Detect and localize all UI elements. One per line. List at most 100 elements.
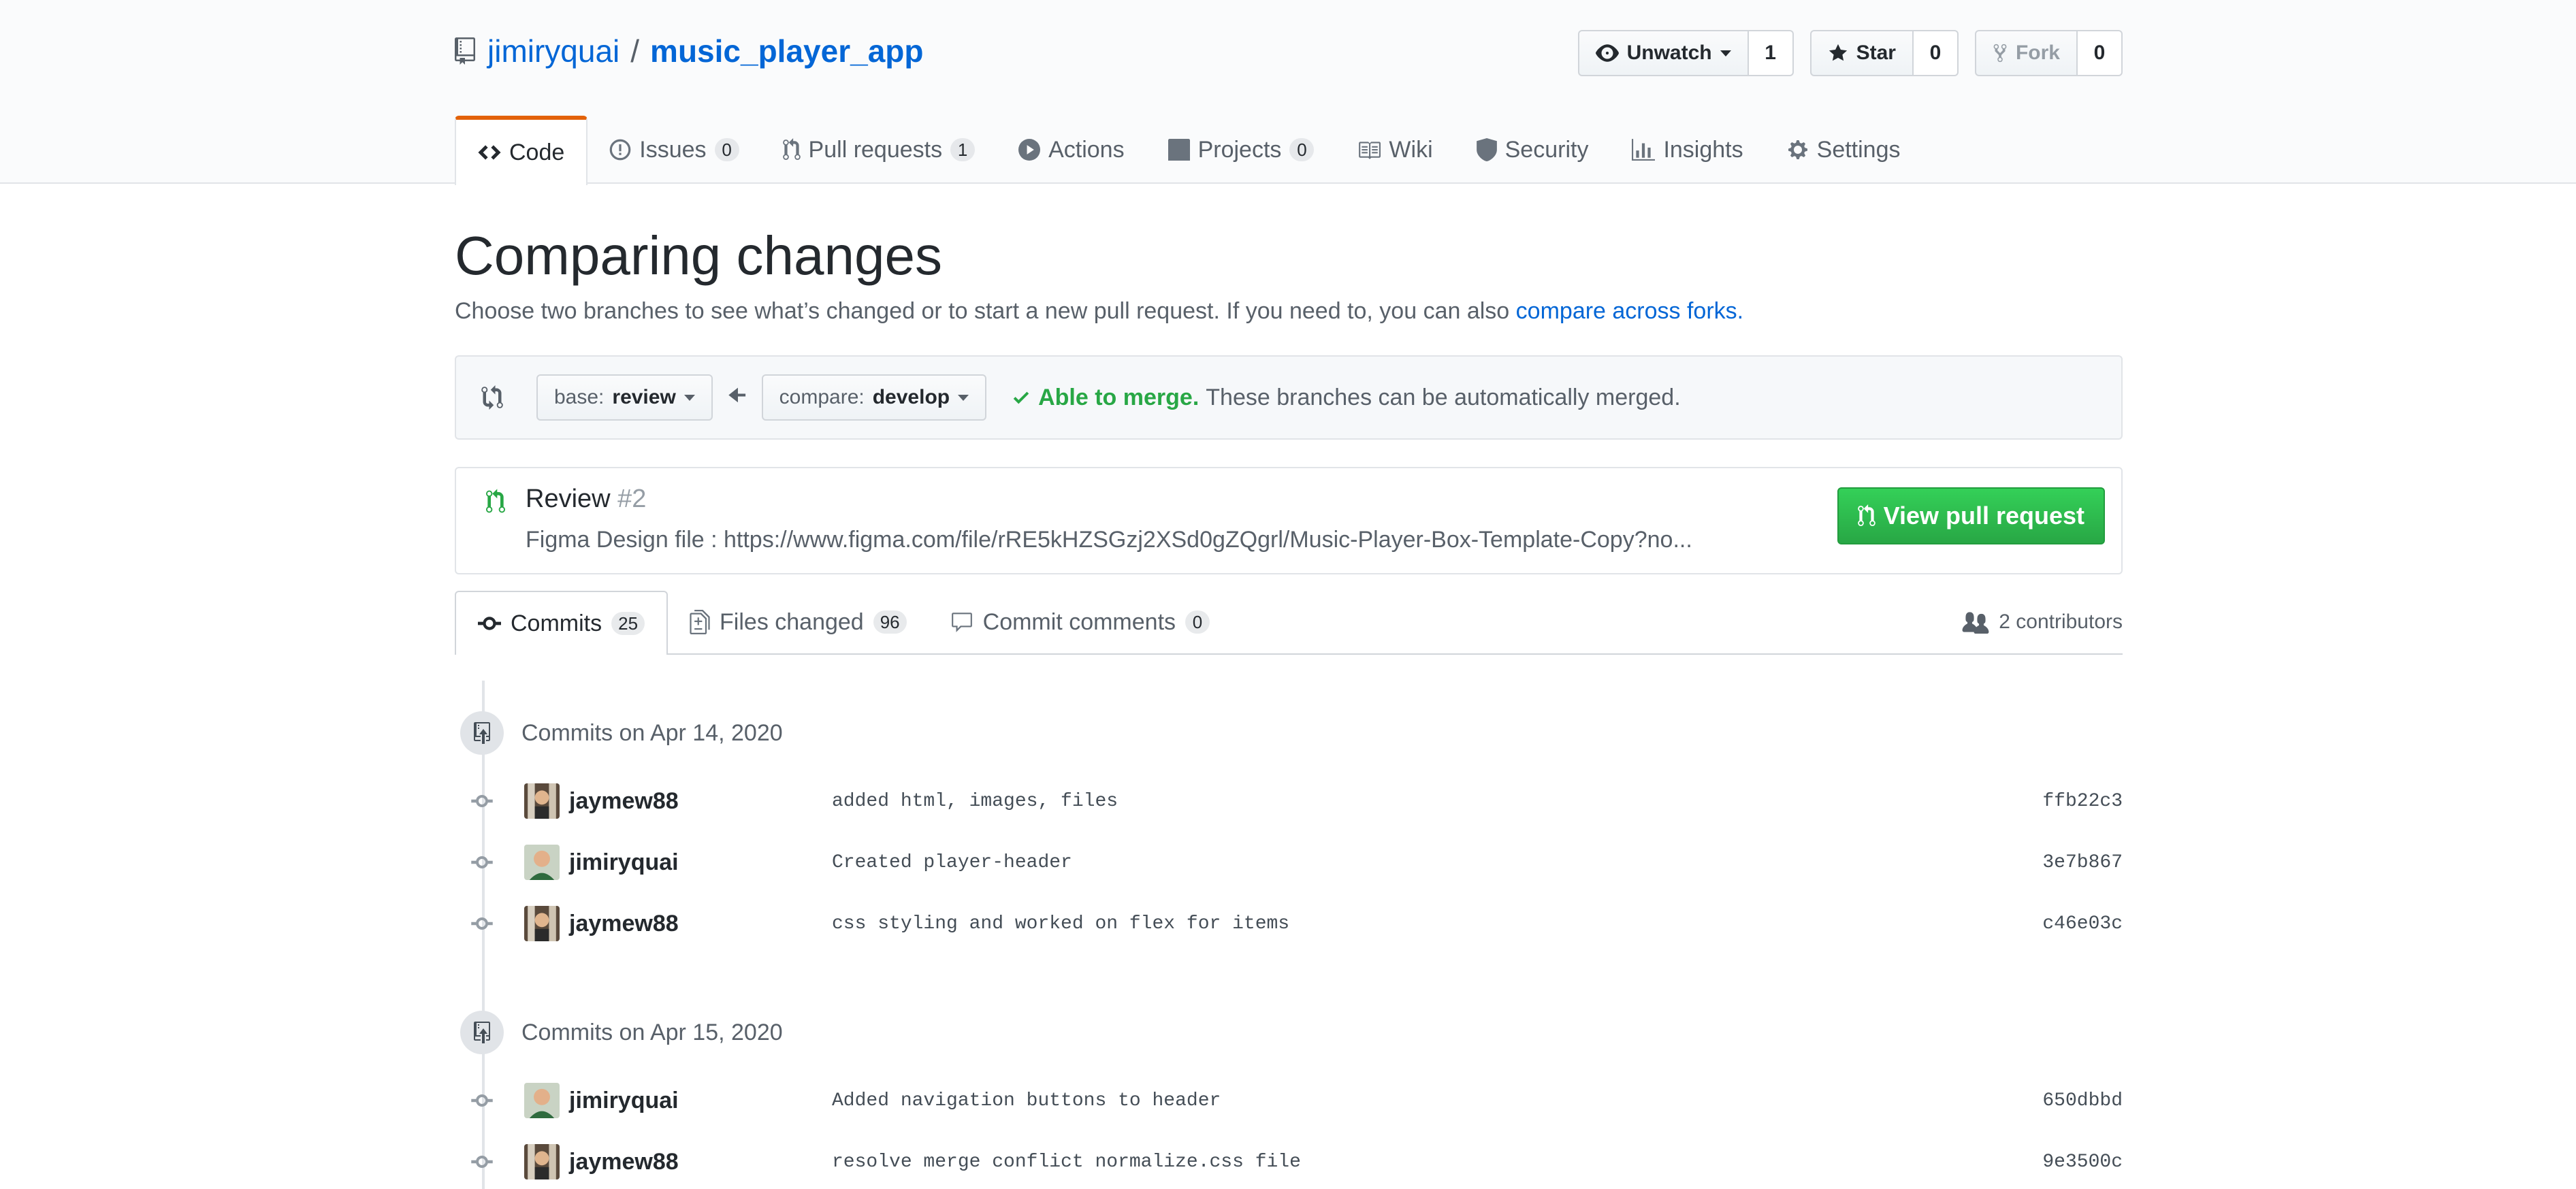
commit-sha[interactable]: 3e7b867 [2042,852,2123,873]
tab-actions[interactable]: Actions [997,116,1146,184]
unwatch-button[interactable]: Unwatch [1577,30,1749,76]
pull-requests-count: 1 [950,138,976,161]
tab-pull-requests[interactable]: Pull requests 1 [761,116,997,184]
repo-title: jimiryquai / music_player_app Unwatch 1 … [455,30,2123,76]
tab-code[interactable]: Code [455,116,588,185]
range-editor: base: review 🠈 compare: develop Able to … [455,355,2123,440]
tab-issues[interactable]: Issues 0 [587,116,760,184]
compare-branch-select[interactable]: compare: develop [761,374,987,421]
code-icon [478,145,501,160]
project-icon [1168,139,1190,161]
tab-files-changed[interactable]: Files changed 96 [668,591,929,653]
shield-icon [1476,138,1497,161]
arrow-left-icon: 🠈 [727,384,747,407]
tab-insights[interactable]: Insights [1610,116,1765,184]
compare-icon [481,385,503,410]
unwatch-label: Unwatch [1626,42,1712,64]
commit-sha[interactable]: 9e3500c [2042,1152,2123,1173]
commit-author[interactable]: jaymew88 [569,788,679,815]
commit-message[interactable]: Created player-header [832,852,1072,873]
pull-request-name: Review [526,485,611,513]
book-icon [1359,142,1381,159]
pull-request-title[interactable]: Review #2 [526,485,646,514]
commit-sha[interactable]: 650dbbd [2042,1090,2123,1111]
repo-push-icon [460,711,504,755]
eye-icon [1595,44,1619,62]
fork-button[interactable]: Fork [1974,30,2078,76]
tab-projects[interactable]: Projects 0 [1146,116,1336,184]
commit-group: Commits on Apr 14, 2020 [455,708,2123,758]
merge-text: These branches can be automatically merg… [1206,384,1681,410]
repo-name-link[interactable]: music_player_app [650,33,923,69]
base-branch-select[interactable]: base: review [536,374,713,421]
avatar[interactable] [524,783,560,819]
repo-header: jimiryquai / music_player_app Unwatch 1 … [0,0,2576,185]
compare-branch-name: develop [872,386,950,408]
tab-security[interactable]: Security [1455,116,1611,184]
contributors-link[interactable]: 2 contributors [1962,591,2123,653]
chevron-down-icon [958,394,969,401]
stars-count[interactable]: 0 [1913,30,1959,76]
tab-commit-comments[interactable]: Commit comments 0 [929,591,1231,653]
commit-message[interactable]: resolve merge conflict normalize.css fil… [832,1152,1301,1173]
commit-dot-icon [471,1151,493,1173]
commit-group-title: Commits on Apr 15, 2020 [521,1019,783,1045]
fork-icon [1993,44,2007,63]
people-icon [1962,612,1989,634]
check-icon [1013,391,1029,404]
tab-wiki[interactable]: Wiki [1336,116,1454,184]
commit-group-header: Commits on Apr 15, 2020 [455,1007,2123,1058]
commit-sha[interactable]: c46e03c [2042,913,2123,934]
repo-separator: / [630,33,640,69]
commit-message[interactable]: css styling and worked on flex for items [832,913,1289,934]
watchers-count[interactable]: 1 [1748,30,1794,76]
subtitle-text: Choose two branches to see what’s change… [455,298,1510,324]
commit-comments-count: 0 [1185,610,1210,634]
commit-row: jimiryquai Created player-header 3e7b867 [455,843,2123,881]
commit-author[interactable]: jaymew88 [569,1149,679,1175]
file-diff-icon [690,610,710,634]
commit-author[interactable]: jaymew88 [569,911,679,937]
commit-dot-icon [471,851,493,873]
fork-label: Fork [2015,42,2060,64]
tab-label: Issues [639,136,707,163]
issues-count: 0 [714,138,739,161]
commit-message[interactable]: Added navigation buttons to header [832,1090,1221,1111]
compare-prefix: compare: [779,386,865,408]
chevron-down-icon [1720,50,1731,56]
tab-label: Actions [1048,136,1125,163]
view-pull-request-button[interactable]: View pull request [1837,487,2105,544]
repo-actions: Unwatch 1 Star 0 Fork 0 [1577,30,2123,76]
pull-request-icon [1857,504,1875,526]
tab-label: Settings [1816,136,1901,163]
avatar[interactable] [524,1144,560,1179]
commit-group-header: Commits on Apr 14, 2020 [455,708,2123,758]
compare-across-forks-link[interactable]: compare across forks. [1516,298,1743,324]
repo-owner-link[interactable]: jimiryquai [487,33,619,69]
tab-settings[interactable]: Settings [1765,116,1922,184]
commit-sha[interactable]: ffb22c3 [2042,791,2123,812]
pull-request-description: Figma Design file : https://www.figma.co… [526,527,1692,553]
projects-count: 0 [1289,138,1315,161]
star-icon [1829,44,1847,61]
commit-group: Commits on Apr 15, 2020 [455,1007,2123,1058]
star-button[interactable]: Star [1809,30,1914,76]
forks-count[interactable]: 0 [2078,30,2123,76]
commit-author[interactable]: jimiryquai [569,849,679,876]
tab-label: Pull requests [808,136,943,163]
avatar[interactable] [524,1083,560,1118]
commit-message[interactable]: added html, images, files [832,791,1118,812]
commit-author[interactable]: jimiryquai [569,1088,679,1114]
tab-label: Code [509,139,565,165]
repo-icon [455,37,475,65]
avatar[interactable] [524,845,560,880]
tab-label: Wiki [1389,136,1433,163]
avatar[interactable] [524,906,560,941]
tab-label: Commit comments [982,608,1176,635]
compare-tabs: Commits 25 Files changed 96 Commit comme… [455,591,2123,655]
base-prefix: base: [554,386,605,408]
comment-icon [951,613,972,632]
commit-row: jaymew88 resolve merge conflict normaliz… [455,1143,2123,1181]
tab-commits[interactable]: Commits 25 [455,591,669,655]
page-title: Comparing changes [455,225,942,286]
